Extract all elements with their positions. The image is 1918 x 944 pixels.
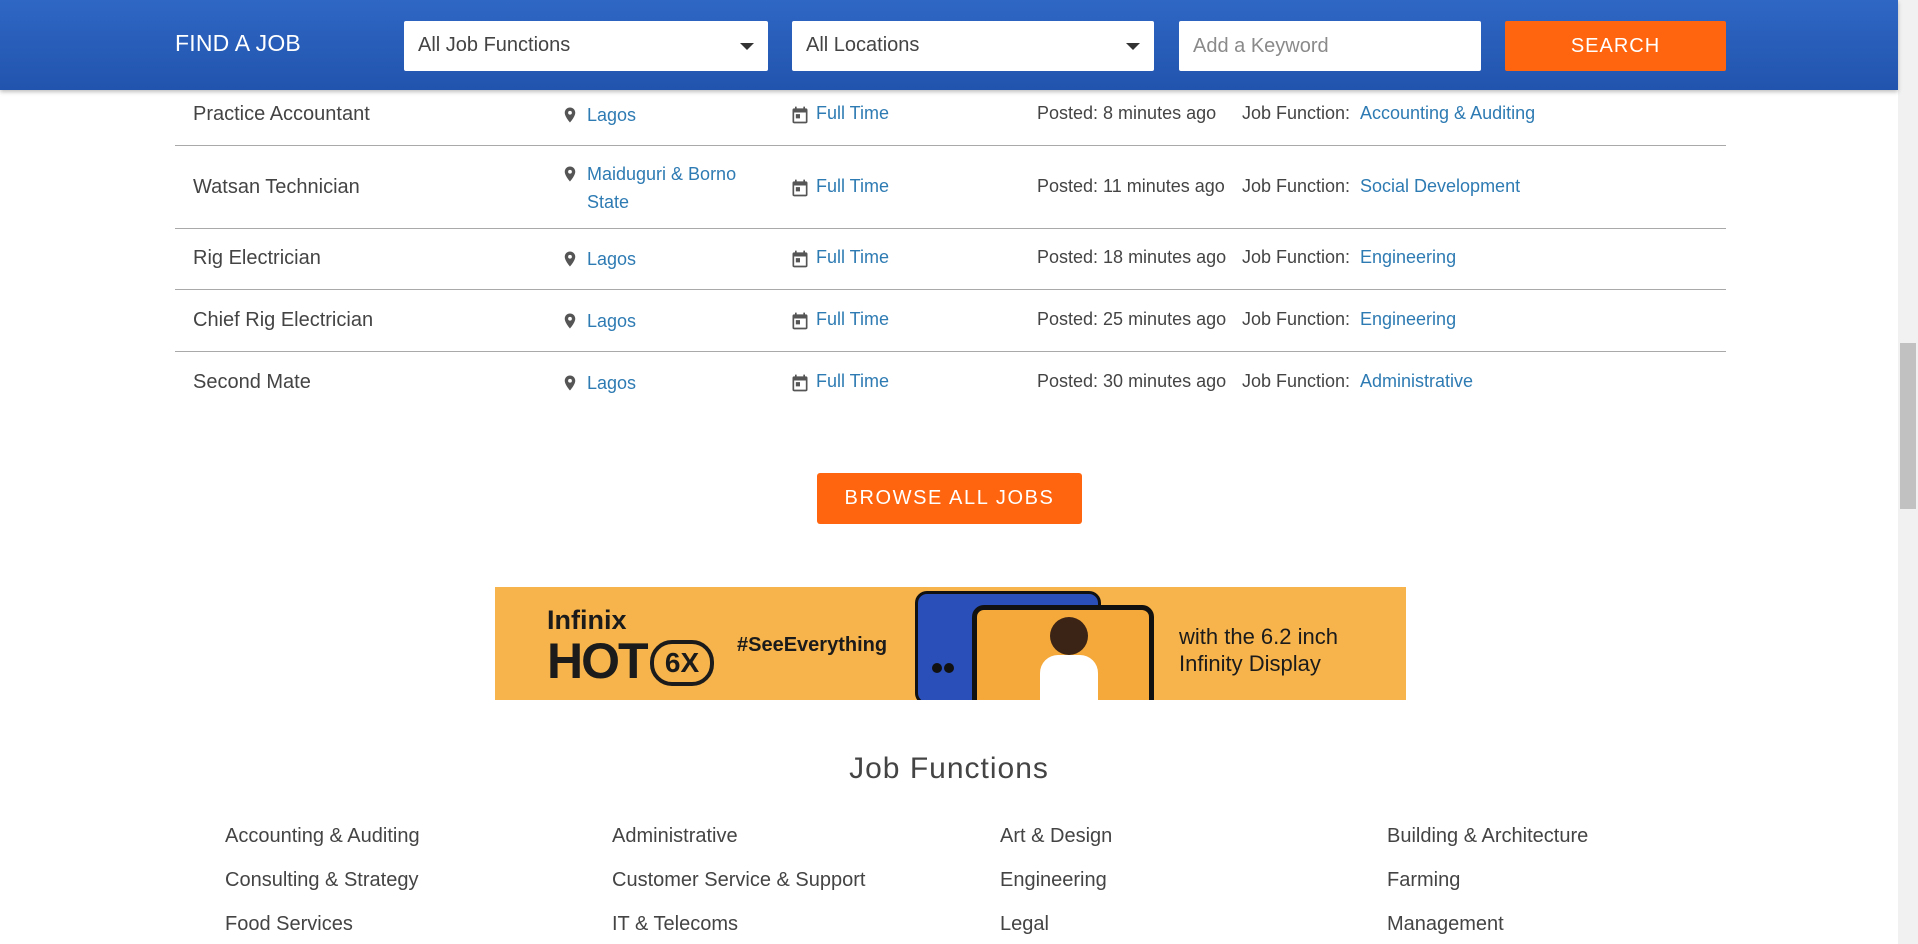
map-pin-icon bbox=[564, 166, 576, 182]
job-function-link[interactable]: Administrative bbox=[612, 825, 738, 848]
job-type-text: Full Time bbox=[816, 176, 890, 196]
job-location-text: Maiduguri & Borno State bbox=[587, 164, 737, 212]
job-posted: Posted: 30 minutes ago bbox=[1037, 371, 1227, 391]
job-type[interactable]: Full Time bbox=[792, 103, 890, 124]
job-function-select[interactable]: All Job Functions bbox=[404, 21, 768, 71]
job-location-text: Lagos bbox=[587, 373, 637, 393]
banner-tagline-line-1: with the 6.2 inch bbox=[1179, 624, 1338, 649]
job-type-text: Full Time bbox=[816, 371, 890, 391]
job-function-link[interactable]: Art & Design bbox=[1000, 825, 1112, 848]
job-function-label: Job Function: bbox=[1242, 371, 1351, 391]
job-title[interactable]: Second Mate bbox=[193, 371, 311, 394]
job-functions-heading: Job Functions bbox=[849, 752, 1049, 785]
job-function-link[interactable]: Consulting & Strategy bbox=[225, 869, 418, 892]
browse-all-jobs-button[interactable]: BROWSE ALL JOBS bbox=[817, 473, 1082, 524]
map-pin-icon bbox=[564, 375, 576, 391]
job-function-link[interactable]: Farming bbox=[1387, 869, 1460, 892]
page-scrollbar[interactable] bbox=[1898, 0, 1918, 944]
job-location[interactable]: Lagos bbox=[564, 307, 747, 335]
job-title[interactable]: Watsan Technician bbox=[193, 176, 360, 199]
location-select-value: All Locations bbox=[806, 34, 920, 56]
job-location[interactable]: Lagos bbox=[564, 101, 747, 129]
job-function-link[interactable]: Customer Service & Support bbox=[612, 869, 865, 892]
job-function-link[interactable]: Administrative bbox=[1360, 371, 1473, 392]
map-pin-icon bbox=[564, 313, 576, 329]
map-pin-icon bbox=[564, 251, 576, 267]
banner-tagline-line-2: Infinity Display bbox=[1179, 651, 1321, 676]
job-function-select-value: All Job Functions bbox=[418, 34, 571, 56]
job-function-link[interactable]: Engineering bbox=[1360, 309, 1456, 330]
scrollbar-thumb[interactable] bbox=[1900, 343, 1916, 509]
phone-camera bbox=[932, 663, 942, 673]
advertisement-banner[interactable]: Infinix HOT 6X #SeeEverything with the 6… bbox=[495, 587, 1406, 700]
job-posted: Posted: 18 minutes ago bbox=[1037, 247, 1227, 267]
model-person-image bbox=[1040, 655, 1098, 700]
job-row[interactable]: Rig Electrician Lagos Full Time Posted: … bbox=[175, 229, 1726, 290]
job-title[interactable]: Chief Rig Electrician bbox=[193, 309, 373, 332]
job-posted: Posted: 8 minutes ago bbox=[1037, 103, 1217, 123]
job-title[interactable]: Rig Electrician bbox=[193, 247, 321, 270]
job-type[interactable]: Full Time bbox=[792, 176, 890, 197]
job-row[interactable]: Practice Accountant Lagos Full Time Post… bbox=[175, 90, 1726, 146]
job-type-text: Full Time bbox=[816, 309, 890, 329]
job-function-link[interactable]: Engineering bbox=[1360, 247, 1456, 268]
job-function-link[interactable]: Accounting & Auditing bbox=[225, 825, 420, 848]
job-function-link[interactable]: Management bbox=[1387, 913, 1504, 936]
find-a-job-label: FIND A JOB bbox=[175, 30, 301, 56]
caret-down-icon bbox=[1126, 43, 1140, 50]
job-type-text: Full Time bbox=[816, 247, 890, 267]
banner-hashtag: #SeeEverything bbox=[737, 634, 888, 656]
search-button[interactable]: SEARCH bbox=[1505, 21, 1726, 71]
job-function-link[interactable]: Engineering bbox=[1000, 869, 1107, 892]
job-location[interactable]: Maiduguri & Borno State bbox=[564, 160, 747, 216]
calendar-icon bbox=[792, 312, 808, 330]
calendar-icon bbox=[792, 374, 808, 392]
job-location-text: Lagos bbox=[587, 105, 637, 125]
calendar-icon bbox=[792, 250, 808, 268]
job-type[interactable]: Full Time bbox=[792, 309, 890, 330]
banner-model: HOT bbox=[547, 633, 649, 689]
location-select[interactable]: All Locations bbox=[792, 21, 1154, 71]
calendar-icon bbox=[792, 179, 808, 197]
job-function-label: Job Function: bbox=[1242, 247, 1351, 267]
phone-camera bbox=[944, 663, 954, 673]
job-row[interactable]: Chief Rig Electrician Lagos Full Time Po… bbox=[175, 290, 1726, 352]
job-function-link[interactable]: Food Services bbox=[225, 913, 353, 936]
calendar-icon bbox=[792, 106, 808, 124]
job-type-text: Full Time bbox=[816, 103, 890, 123]
map-pin-icon bbox=[564, 107, 576, 123]
keyword-input[interactable] bbox=[1179, 21, 1481, 71]
job-function-link[interactable]: Social Development bbox=[1360, 176, 1520, 197]
job-type[interactable]: Full Time bbox=[792, 247, 890, 268]
job-type[interactable]: Full Time bbox=[792, 371, 890, 392]
top-search-bar: FIND A JOB All Job Functions All Locatio… bbox=[0, 0, 1898, 90]
job-function-label: Job Function: bbox=[1242, 103, 1351, 123]
banner-model-badge: 6X bbox=[650, 640, 714, 686]
model-person-image bbox=[1050, 617, 1088, 655]
job-function-label: Job Function: bbox=[1242, 309, 1351, 329]
job-function-link[interactable]: Building & Architecture bbox=[1387, 825, 1588, 848]
job-row[interactable]: Watsan Technician Maiduguri & Borno Stat… bbox=[175, 146, 1726, 229]
job-location[interactable]: Lagos bbox=[564, 369, 747, 397]
job-row[interactable]: Second Mate Lagos Full Time Posted: 30 m… bbox=[175, 352, 1726, 414]
job-function-link[interactable]: Accounting & Auditing bbox=[1360, 103, 1535, 124]
banner-tagline: with the 6.2 inch Infinity Display bbox=[1179, 623, 1338, 677]
job-list: Practice Accountant Lagos Full Time Post… bbox=[175, 90, 1726, 414]
caret-down-icon bbox=[740, 43, 754, 50]
job-title[interactable]: Practice Accountant bbox=[193, 103, 370, 126]
job-function-link[interactable]: IT & Telecoms bbox=[612, 913, 738, 936]
job-function-link[interactable]: Legal bbox=[1000, 913, 1049, 936]
job-location-text: Lagos bbox=[587, 249, 637, 269]
job-function-label: Job Function: bbox=[1242, 176, 1351, 196]
job-location[interactable]: Lagos bbox=[564, 245, 747, 273]
job-location-text: Lagos bbox=[587, 311, 637, 331]
job-posted: Posted: 11 minutes ago bbox=[1037, 176, 1225, 196]
job-posted: Posted: 25 minutes ago bbox=[1037, 309, 1227, 329]
